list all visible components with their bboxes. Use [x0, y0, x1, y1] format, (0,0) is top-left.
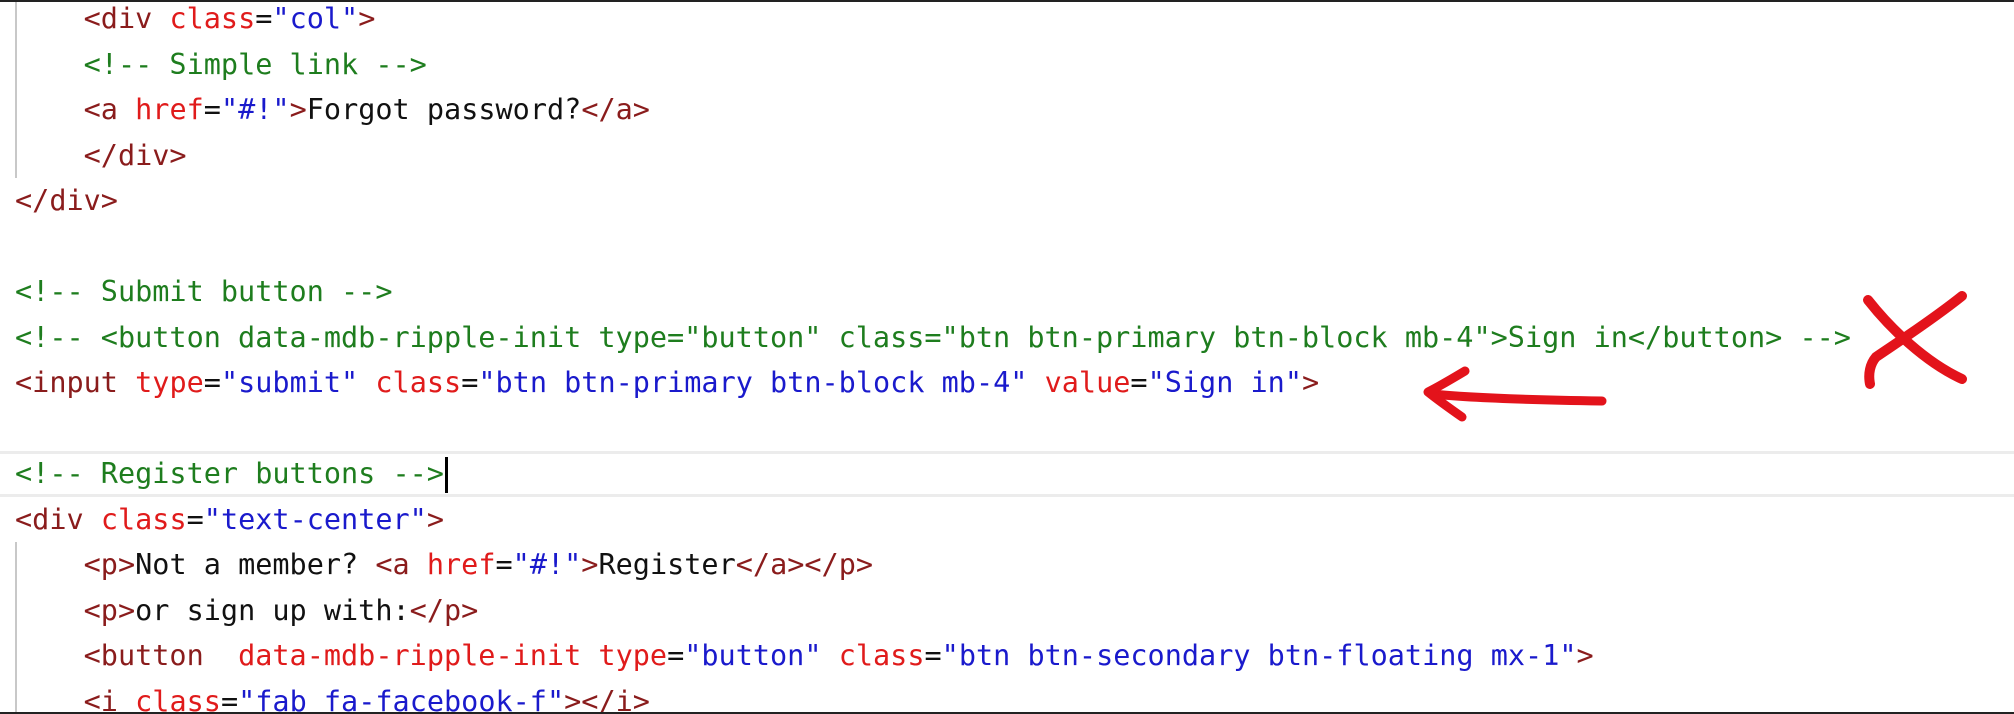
code-token: type — [598, 639, 668, 672]
code-token: type — [135, 366, 204, 399]
code-token: > — [1302, 366, 1320, 399]
code-token: Register — [598, 548, 736, 581]
code-token: <p> — [83, 593, 136, 627]
code-editor-frame: <div class="col"> <!-- Simple link --> <… — [0, 0, 2014, 714]
code-token: = — [203, 366, 221, 399]
code-line[interactable]: <i class="fab fa-facebook-f"></i> — [0, 678, 2014, 714]
code-token: Not a member? — [135, 548, 376, 581]
code-token: = — [461, 366, 479, 399]
code-token: > — [289, 93, 307, 126]
code-token: </a> — [581, 93, 650, 126]
code-line[interactable]: </div> — [0, 132, 2014, 178]
code-token: = — [495, 548, 513, 581]
code-token: = — [924, 639, 942, 672]
code-token: > — [1576, 639, 1594, 672]
code-line[interactable]: </div> — [0, 178, 2014, 224]
code-token: <!-- Simple link --> — [83, 47, 427, 81]
indent-guide — [15, 2, 17, 42]
code-editor[interactable]: <div class="col"> <!-- Simple link --> <… — [0, 2, 2014, 714]
code-token: "fab fa-facebook-f" — [238, 684, 565, 714]
code-line[interactable]: <!-- Simple link --> — [0, 41, 2014, 87]
code-line[interactable]: <button data-mdb-ripple-init type="butto… — [0, 633, 2014, 679]
code-token: "btn btn-primary btn-block mb-4" — [478, 366, 1028, 399]
code-token: "#!" — [512, 548, 582, 581]
code-token: = — [186, 502, 204, 536]
code-token: <!-- Register buttons --> — [15, 457, 444, 490]
code-token: <i — [83, 684, 118, 714]
code-token: <!-- <button data-mdb-ripple-init type="… — [15, 320, 1851, 354]
code-token: "text-center" — [203, 502, 427, 536]
code-token: class — [169, 2, 256, 35]
indent-guide — [15, 542, 17, 588]
code-token: <div — [15, 502, 84, 536]
code-line[interactable]: <p>Not a member? <a href="#!">Register</… — [0, 542, 2014, 588]
code-token: class — [100, 502, 187, 536]
code-token: = — [203, 93, 221, 126]
code-token: "#!" — [220, 93, 290, 126]
indent-guide — [15, 132, 17, 178]
code-token: class — [838, 639, 925, 672]
code-line[interactable]: <!-- <button data-mdb-ripple-init type="… — [0, 315, 2014, 361]
indent-guide — [15, 87, 17, 133]
code-token: "button" — [684, 639, 822, 672]
code-token: <div — [83, 2, 153, 35]
code-token: data-mdb-ripple-init — [238, 639, 582, 672]
code-token: "col" — [272, 2, 359, 35]
code-token: "Sign in" — [1147, 366, 1303, 399]
indent-guide — [15, 587, 17, 633]
code-token: ></i> — [564, 684, 650, 714]
code-line[interactable]: <div class="text-center"> — [0, 497, 2014, 543]
code-token: = — [255, 2, 273, 35]
indent-guide — [15, 633, 17, 679]
code-line[interactable]: <p>or sign up with:</p> — [0, 587, 2014, 633]
code-token: <a — [375, 548, 410, 581]
code-token: href — [426, 548, 496, 581]
code-token: = — [1130, 366, 1148, 399]
code-token: = — [220, 684, 239, 714]
code-line[interactable] — [0, 224, 2014, 270]
code-token: > — [426, 502, 445, 536]
code-token: "submit" — [220, 366, 359, 399]
code-line[interactable]: <!-- Submit button --> — [0, 269, 2014, 315]
code-token: </div> — [15, 184, 118, 217]
code-token: or sign up with: — [135, 593, 410, 627]
code-token: "btn btn-secondary btn-floating mx-1" — [941, 639, 1577, 672]
code-token: value — [1044, 366, 1131, 399]
code-token: <button — [83, 639, 204, 672]
code-token: > — [581, 548, 599, 581]
code-token: <a — [83, 93, 118, 126]
code-line[interactable]: <a href="#!">Forgot password?</a> — [0, 87, 2014, 133]
text-caret — [444, 457, 448, 493]
code-token: <!-- Submit button --> — [15, 275, 393, 308]
code-line[interactable]: <input type="submit" class="btn btn-prim… — [0, 360, 2014, 406]
code-line[interactable]: <div class="col"> — [0, 2, 2014, 42]
code-line[interactable]: <!-- Register buttons --> — [0, 451, 2014, 497]
code-token: Forgot password? — [306, 93, 582, 126]
code-token: > — [358, 2, 376, 35]
code-token: class — [135, 684, 221, 714]
indent-guide — [15, 678, 17, 712]
code-token: <input — [15, 366, 118, 399]
code-token: </div> — [83, 138, 187, 172]
code-token: </a></p> — [735, 548, 874, 581]
code-token: class — [375, 366, 462, 399]
code-line[interactable] — [0, 406, 2014, 452]
indent-guide — [15, 41, 17, 87]
code-token: href — [135, 93, 204, 126]
code-token: = — [667, 639, 685, 672]
code-token: </p> — [409, 593, 479, 627]
code-token: <p> — [83, 548, 136, 581]
